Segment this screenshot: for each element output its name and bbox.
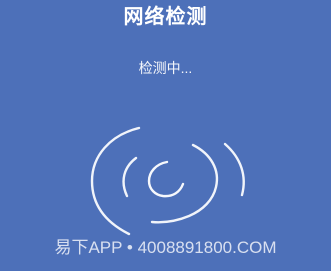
page-title: 网络检测 [123, 6, 208, 28]
outer-arc-left [90, 126, 141, 236]
loading-arcs-icon [90, 126, 245, 236]
middle-arc-left [122, 156, 138, 198]
middle-arc-right [150, 143, 219, 224]
status-text: 检测中... [138, 60, 193, 76]
inner-arc [147, 160, 185, 198]
network-check-screen: 网络检测 检测中... 易下APP • 4008891800.COM [0, 0, 331, 271]
outer-arc-right [223, 142, 245, 197]
watermark: 易下APP • 4008891800.COM [54, 238, 277, 257]
